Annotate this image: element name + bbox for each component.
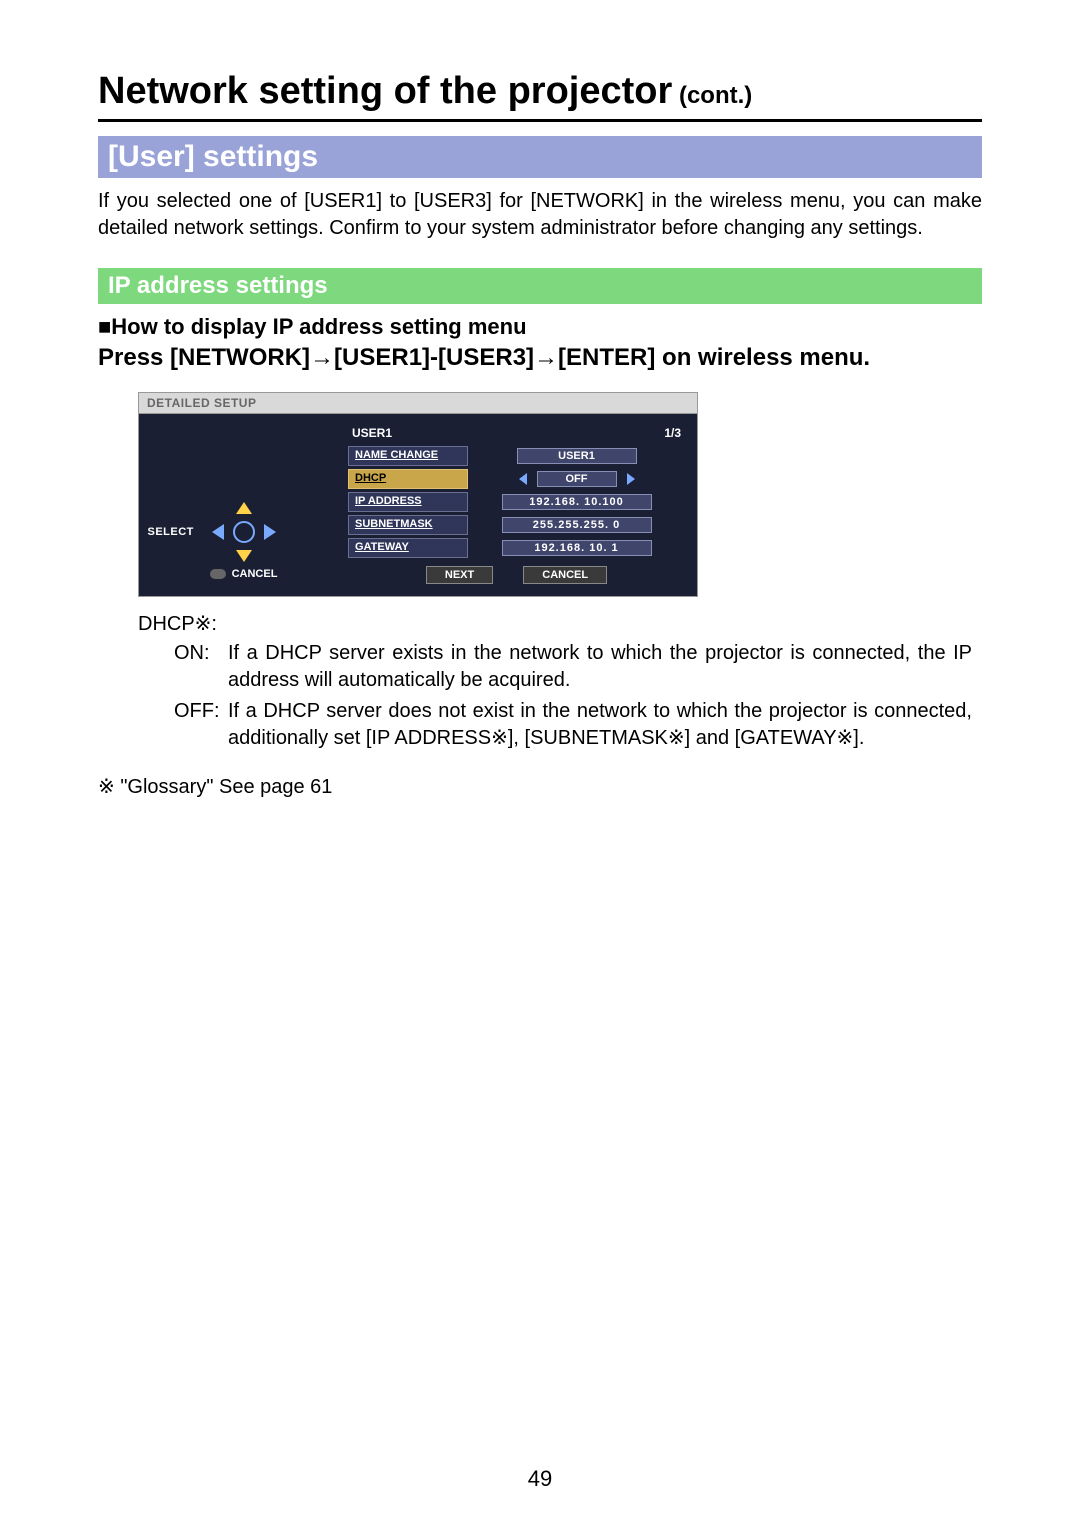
select-label: SELECT xyxy=(148,526,194,538)
page-number: 49 xyxy=(0,1466,1080,1492)
glossary-note: ※ "Glossary" See page 61 xyxy=(98,774,982,799)
dhcp-on-text: If a DHCP server exists in the network t… xyxy=(228,640,972,694)
osd-next-button: NEXT xyxy=(426,566,493,584)
osd-header-user: USER1 xyxy=(352,426,392,440)
row-name-change: NAME CHANGE USER1 xyxy=(348,446,685,466)
cancel-button-icon xyxy=(210,569,226,579)
osd-screenshot: DETAILED SETUP SELECT CANCEL USER xyxy=(138,392,698,597)
arrow-up-icon xyxy=(236,502,252,514)
osd-cancel-button: CANCEL xyxy=(523,566,607,584)
value-name-change: USER1 xyxy=(517,448,637,464)
dhcp-on-key: ON: xyxy=(174,640,228,694)
arrow-right-icon xyxy=(264,524,276,540)
dhcp-off-text: If a DHCP server does not exist in the n… xyxy=(228,698,972,752)
title-main: Network setting of the projector xyxy=(98,70,672,112)
triangle-left-icon xyxy=(519,473,527,485)
subhead-howto: ■How to display IP address setting menu xyxy=(98,314,982,340)
press-instruction: Press [NETWORK]→[USER1]-[USER3]→[ENTER] … xyxy=(98,342,982,374)
value-subnet: 255.255.255. 0 xyxy=(502,517,652,533)
value-dhcp: OFF xyxy=(537,471,617,487)
enter-button-icon xyxy=(233,521,255,543)
osd-navpad: SELECT CANCEL xyxy=(151,424,336,584)
label-subnet: SUBNETMASK xyxy=(348,515,468,535)
section-ip-address: IP address settings xyxy=(98,268,982,304)
value-ip: 192.168. 10.100 xyxy=(502,494,652,510)
label-dhcp: DHCP xyxy=(348,469,468,489)
row-dhcp: DHCP OFF xyxy=(348,469,685,489)
osd-panel-title: DETAILED SETUP xyxy=(138,392,698,413)
arrow-left-icon xyxy=(212,524,224,540)
label-gateway: GATEWAY xyxy=(348,538,468,558)
row-subnet: SUBNETMASK 255.255.255. 0 xyxy=(348,515,685,535)
intro-paragraph: If you selected one of [USER1] to [USER3… xyxy=(98,188,982,242)
cancel-label: CANCEL xyxy=(232,568,278,580)
arrow-down-icon xyxy=(236,550,252,562)
label-ip: IP ADDRESS xyxy=(348,492,468,512)
section-user-settings: [User] settings xyxy=(98,136,982,178)
value-gateway: 192.168. 10. 1 xyxy=(502,540,652,556)
row-ip: IP ADDRESS 192.168. 10.100 xyxy=(348,492,685,512)
dhcp-off-key: OFF: xyxy=(174,698,228,752)
title-cont: (cont.) xyxy=(672,82,752,109)
page-title: Network setting of the projector (cont.) xyxy=(98,70,982,122)
label-name-change: NAME CHANGE xyxy=(348,446,468,466)
osd-header-page: 1/3 xyxy=(664,426,681,440)
row-gateway: GATEWAY 192.168. 10. 1 xyxy=(348,538,685,558)
triangle-right-icon xyxy=(627,473,635,485)
dhcp-heading: DHCP※: xyxy=(138,611,972,638)
